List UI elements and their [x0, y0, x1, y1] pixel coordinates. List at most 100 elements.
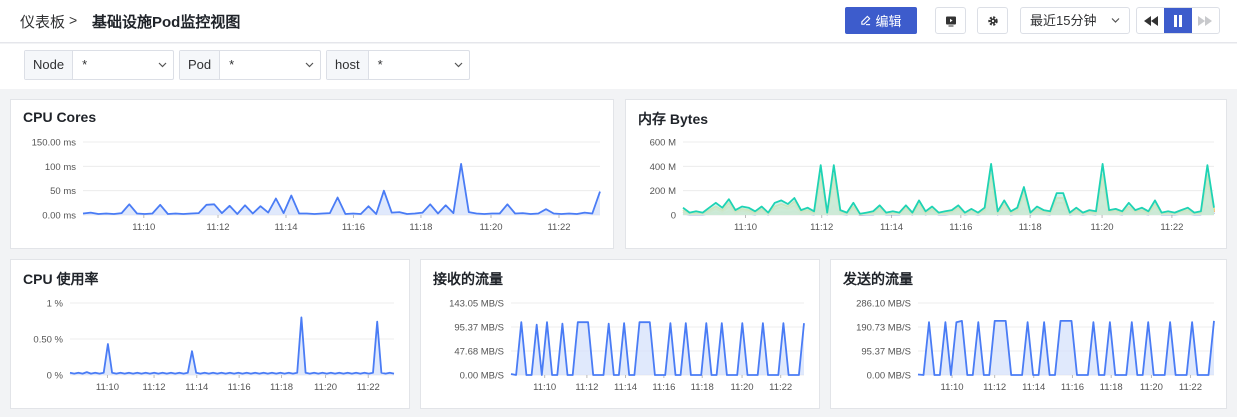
page-title: 基础设施Pod监控视图	[92, 14, 241, 31]
x-tick-label: 11:20	[1091, 222, 1114, 233]
memory-bytes-chart: 600 M 400 M 200 M 0 11:10 11:12 11:14 11:16 11:1…	[650, 138, 1215, 233]
y-tick-label: 95.37 MB/S	[861, 347, 911, 358]
host-filter-value[interactable]: *	[369, 51, 469, 79]
x-tick-label: 11:16	[949, 222, 972, 233]
x-tick-label: 11:16	[342, 222, 365, 233]
chevron-down-icon	[305, 51, 314, 89]
y-tick-label: 286.10 MB/S	[856, 299, 911, 310]
x-tick-label: 11:12	[206, 222, 229, 233]
y-tick-label: 0.00 MB/S	[867, 371, 911, 382]
pod-filter-label: Pod	[180, 51, 221, 79]
x-tick-label: 11:14	[274, 222, 297, 233]
x-tick-label: 11:14	[185, 382, 208, 393]
series-line-0	[82, 163, 601, 215]
x-tick-label: 11:20	[479, 222, 502, 233]
edit-icon	[861, 15, 871, 26]
pod-filter-value[interactable]: *	[220, 51, 320, 79]
y-tick-label: 150.00 ms	[32, 138, 77, 149]
x-tick-label: 11:20	[731, 382, 754, 393]
x-tick-label: 11:18	[409, 222, 432, 233]
x-tick-label: 11:16	[228, 382, 251, 393]
y-tick-label: 143.05 MB/S	[449, 299, 504, 310]
y-tick-label: 0.50 %	[33, 335, 63, 346]
x-tick-label: 11:18	[1100, 382, 1123, 393]
filter-bar: Node * Pod * host *	[0, 44, 1237, 89]
x-tick-label: 11:12	[575, 382, 598, 393]
x-tick-label: 11:10	[941, 382, 964, 393]
y-tick-label: 0.00 MB/S	[460, 371, 504, 382]
y-tick-label: 100 ms	[45, 162, 76, 173]
breadcrumb-root[interactable]: 仪表板	[20, 11, 65, 32]
node-filter-label: Node	[25, 51, 74, 79]
y-tick-label: 1 %	[47, 299, 64, 310]
x-tick-label: 11:18	[270, 382, 293, 393]
node-filter-value[interactable]: *	[73, 51, 173, 79]
y-tick-label: 200 M	[650, 186, 676, 197]
rewind-icon	[1143, 15, 1158, 26]
panel-sent-traffic: 发送的流量 286.10 MB/S 190.73 MB/S 95.37 MB/S 0.…	[830, 259, 1227, 409]
y-tick-label: 0 %	[47, 371, 64, 382]
x-tick-label: 11:14	[614, 382, 637, 393]
x-tick-label: 11:14	[1022, 382, 1045, 393]
x-tick-label: 11:14	[880, 222, 903, 233]
x-tick-label: 11:10	[132, 222, 155, 233]
x-tick-label: 11:12	[810, 222, 833, 233]
x-tick-label: 11:18	[691, 382, 714, 393]
cpu-usage-chart: 1 % 0.50 % 0 % 11:10 11:12 11:14 11:16 11:18 11:…	[33, 299, 395, 393]
y-tick-label: 95.37 MB/S	[454, 323, 504, 334]
panel-memory-bytes: 内存 Bytes 600 M 400 M 200 M 0 11:10 11:12 11:14…	[625, 99, 1227, 249]
pause-icon	[1173, 14, 1182, 27]
y-tick-label: 50 ms	[50, 186, 76, 197]
series-area-0	[70, 317, 394, 375]
series-line-0	[69, 316, 395, 375]
y-tick-label: 47.68 MB/S	[454, 347, 504, 358]
time-range-value: 最近15分钟	[1030, 13, 1097, 28]
top-bar: 仪表板 > 基础设施Pod监控视图 编辑 最近15分钟	[0, 0, 1237, 43]
host-filter-label: host	[327, 51, 369, 79]
gear-icon	[987, 15, 998, 26]
chevron-down-icon	[454, 51, 463, 89]
fast-forward-button[interactable]	[1192, 8, 1219, 33]
x-tick-label: 11:18	[1019, 222, 1042, 233]
panel-cpu-cores: CPU Cores 150.00 ms 100 ms 50 ms 0.00 ms 11:…	[10, 99, 614, 249]
x-tick-label: 11:10	[734, 222, 757, 233]
x-tick-label: 11:22	[1179, 382, 1202, 393]
pause-button[interactable]	[1164, 8, 1192, 33]
pod-filter[interactable]: Pod *	[179, 50, 321, 80]
y-tick-label: 600 M	[650, 138, 676, 149]
x-tick-label: 11:12	[143, 382, 166, 393]
x-tick-label: 11:10	[533, 382, 556, 393]
time-range-select[interactable]: 最近15分钟	[1020, 7, 1130, 34]
tv-mode-button[interactable]	[935, 7, 966, 34]
x-tick-label: 11:22	[357, 382, 380, 393]
fast-forward-icon	[1198, 15, 1213, 26]
y-tick-label: 0.00 ms	[42, 211, 76, 222]
rewind-button[interactable]	[1137, 8, 1164, 33]
x-tick-label: 11:22	[1160, 222, 1183, 233]
pod-filter-value-text: *	[229, 57, 235, 72]
sent-traffic-chart: 286.10 MB/S 190.73 MB/S 95.37 MB/S 0.00 MB/…	[856, 299, 1215, 393]
y-tick-label: 0	[671, 211, 676, 222]
x-tick-label: 11:16	[652, 382, 675, 393]
received-traffic-chart: 143.05 MB/S 95.37 MB/S 47.68 MB/S 0.00 MB/S…	[449, 299, 805, 393]
x-tick-label: 11:20	[1140, 382, 1163, 393]
panel-received-traffic: 接收的流量 143.05 MB/S 95.37 MB/S 47.68 MB/S 0.0…	[420, 259, 820, 409]
y-tick-label: 400 M	[650, 162, 676, 173]
x-tick-label: 11:20	[314, 382, 337, 393]
edit-button[interactable]: 编辑	[845, 7, 917, 34]
cpu-cores-chart: 150.00 ms 100 ms 50 ms 0.00 ms 11:10 11:12 11:…	[32, 138, 601, 233]
series-line-0	[682, 163, 1215, 215]
host-filter-value-text: *	[377, 57, 383, 72]
y-tick-label: 190.73 MB/S	[856, 323, 911, 334]
chevron-down-icon	[158, 51, 167, 89]
breadcrumb-separator: >	[69, 12, 78, 28]
x-tick-label: 11:22	[547, 222, 570, 233]
x-tick-label: 11:22	[769, 382, 792, 393]
edit-button-label: 编辑	[875, 14, 902, 29]
node-filter[interactable]: Node *	[24, 50, 174, 80]
host-filter[interactable]: host *	[326, 50, 470, 80]
settings-button[interactable]	[977, 7, 1008, 34]
node-filter-value-text: *	[82, 57, 88, 72]
x-tick-label: 11:12	[983, 382, 1006, 393]
playback-controls	[1136, 7, 1220, 34]
